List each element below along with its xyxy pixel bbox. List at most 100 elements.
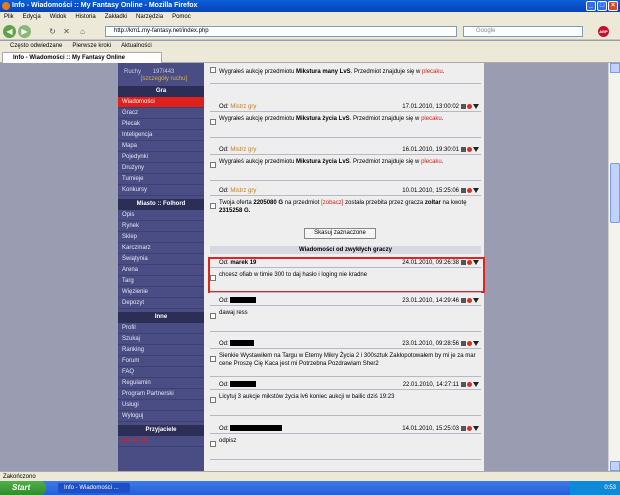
sidebar-item-trade[interactable]: Targ [118,276,204,287]
adblock-icon[interactable]: ABP [598,26,609,37]
sidebar-item-player[interactable]: Gracz [118,108,204,119]
message-checkbox[interactable] [210,203,216,209]
sidebar-item-services[interactable]: Usługi [118,400,204,411]
reply-icon[interactable] [461,147,466,152]
backpack-link[interactable]: plecaku [422,69,443,75]
reply-icon[interactable] [461,426,466,431]
sidebar-item-deposit[interactable]: Depozyt [118,298,204,309]
search-input[interactable]: Google [463,26,583,37]
start-button[interactable]: Start [0,481,46,495]
sender-link[interactable]: Mistrz gry [230,104,256,110]
flag-icon[interactable] [473,104,479,109]
sender-link[interactable]: Mistrz gry [230,147,256,153]
sidebar-item-profile[interactable]: Profil [118,323,204,334]
menu-edit[interactable]: Edycja [23,12,41,22]
reply-icon[interactable] [461,188,466,193]
url-bar[interactable]: http://km1.my-fantasy.net/index.php [105,26,457,37]
message-checkbox[interactable] [210,119,216,125]
reply-icon[interactable] [461,382,466,387]
sidebar-item-messages[interactable]: Wiadomości [118,97,204,108]
sidebar-item-backpack[interactable]: Plecak [118,119,204,130]
offer-link[interactable]: [zobacz] [321,200,343,206]
reply-icon[interactable] [461,298,466,303]
sidebar-item-partner[interactable]: Program Partnerski [118,389,204,400]
flag-icon[interactable] [473,147,479,152]
sidebar-item-teams[interactable]: Drużyny [118,163,204,174]
sidebar-item-temple[interactable]: Świątynia [118,254,204,265]
flag-icon[interactable] [473,426,479,431]
delete-icon[interactable] [467,104,472,109]
delete-icon[interactable] [467,147,472,152]
menu-bookmarks[interactable]: Zakładki [105,12,127,22]
menu-file[interactable]: Plik [4,12,14,22]
page-scrollbar[interactable] [608,63,620,471]
sidebar-item-intelligence[interactable]: Inteligencja [118,130,204,141]
menu-tools[interactable]: Narzędzia [136,12,163,22]
sidebar-item-search[interactable]: Szukaj [118,334,204,345]
messages-panel: Wygrałeś aukcję przedmiotu Mikstura many… [204,63,485,471]
sidebar-item-rules[interactable]: Regulamin [118,378,204,389]
sidebar-item-tavern[interactable]: Karczmarz [118,243,204,254]
message-checkbox[interactable] [210,356,216,362]
message-text: Wygrałeś aukcję przedmiotu [219,116,296,122]
backpack-link[interactable]: plecaku [421,116,442,122]
stop-button[interactable]: ✕ [62,27,71,36]
scroll-down-arrow-icon[interactable] [610,461,620,471]
scroll-up-arrow-icon[interactable] [610,63,620,73]
delete-icon[interactable] [467,298,472,303]
flag-icon[interactable] [473,341,479,346]
sidebar-item-forum[interactable]: Forum [118,356,204,367]
backpack-link[interactable]: plecaku [421,159,442,165]
reload-button[interactable]: ↻ [48,27,57,36]
menu-help[interactable]: Pomoc [172,12,191,22]
reply-icon[interactable] [461,104,466,109]
bookmark-getting-started[interactable]: Pierwsze kroki [72,41,111,51]
reply-icon[interactable] [461,341,466,346]
bookmark-most-visited[interactable]: Często odwiedzane [10,41,62,51]
flag-icon[interactable] [473,298,479,303]
sender-link[interactable]: Mistrz gry [230,188,256,194]
sidebar-item-contests[interactable]: Konkursy [118,185,204,196]
system-message: Od: Mistrz gry 16.01.2010, 19:30:01 Wygr… [210,146,481,168]
minimize-button[interactable]: _ [586,1,596,11]
sidebar-item-shop[interactable]: Sklep [118,232,204,243]
message-checkbox[interactable] [210,67,216,73]
message-checkbox[interactable] [210,397,216,403]
sidebar-item-ranking[interactable]: Ranking [118,345,204,356]
message-text: na przedmiot [283,200,322,206]
back-button[interactable]: ◀ [3,25,16,38]
taskbar-firefox-task[interactable]: Info - Wiadomości ... [58,483,130,493]
message-checkbox[interactable] [210,313,216,319]
sidebar-item-duels[interactable]: Pojedynki [118,152,204,163]
forward-button[interactable]: ▶ [18,25,31,38]
menu-view[interactable]: Widok [50,12,67,22]
delete-selected-button[interactable]: Skasuj zaznaczone [304,228,376,239]
flag-icon[interactable] [473,382,479,387]
moves-details-link[interactable]: [szczegóły ruchu] [118,76,204,83]
delete-icon[interactable] [467,426,472,431]
delete-icon[interactable] [467,341,472,346]
bookmark-news[interactable]: Aktualności [121,41,152,51]
sidebar-item-market[interactable]: Rynek [118,221,204,232]
sidebar-item-arena[interactable]: Arena [118,265,204,276]
close-button[interactable]: × [608,1,618,11]
sidebar-item-description[interactable]: Opis [118,210,204,221]
message-header: Od: 23.01.2010, 09:28:56 [210,340,481,348]
message-checkbox[interactable] [210,162,216,168]
sidebar-item-logout[interactable]: Wyloguj [118,411,204,422]
delete-icon[interactable] [467,382,472,387]
sidebar-item-faq[interactable]: FAQ [118,367,204,378]
message-checkbox[interactable] [210,441,216,447]
menu-history[interactable]: Historia [75,12,95,22]
maximize-button[interactable]: □ [597,1,607,11]
delete-icon[interactable] [467,188,472,193]
home-button[interactable]: ⌂ [78,27,87,36]
scroll-thumb[interactable] [610,163,620,223]
tab-active[interactable]: Info - Wiadomości :: My Fantasy Online [2,52,162,63]
sidebar-item-friend[interactable]: marek 19 [118,436,204,447]
sidebar-item-prison[interactable]: Więzienie [118,287,204,298]
from-label: Od: [219,188,229,194]
sidebar-item-tournaments[interactable]: Turnieje [118,174,204,185]
sidebar-item-map[interactable]: Mapa [118,141,204,152]
flag-icon[interactable] [473,188,479,193]
